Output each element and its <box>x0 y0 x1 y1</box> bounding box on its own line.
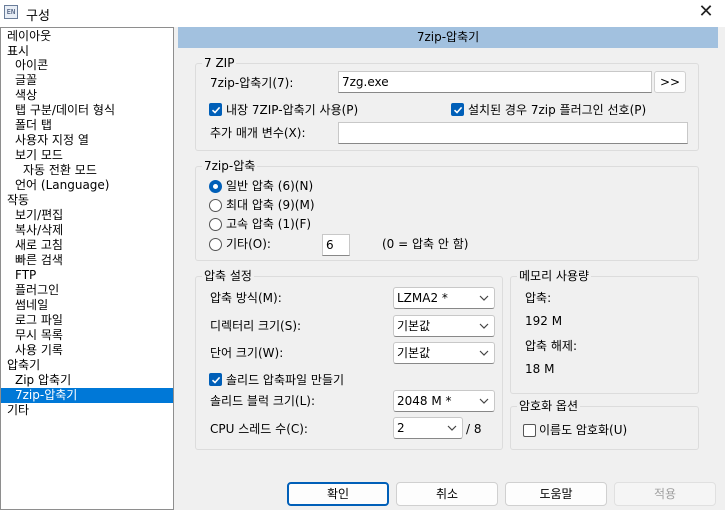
radio-maximum[interactable] <box>209 199 222 212</box>
prefer-plugin-checkbox[interactable] <box>451 103 464 116</box>
method-select[interactable]: LZMA2 * <box>393 287 495 309</box>
tree-item-refresh[interactable]: 새로 고침 <box>13 238 65 253</box>
memory-compress-value: 192 M <box>525 314 563 328</box>
radio-other-label: 기타(O): <box>226 237 271 251</box>
window-title: 구성 <box>26 9 50 24</box>
radio-fast-label: 고속 압축 (1)(F) <box>226 217 312 231</box>
group-7zip-title: 7 ZIP <box>202 56 237 70</box>
word-size-label: 단어 크기(W): <box>210 346 284 360</box>
dict-size-select-value: 기본값 <box>397 319 431 333</box>
extra-args-input[interactable] <box>338 122 688 144</box>
radio-other[interactable] <box>209 238 222 251</box>
tree-item-ignore-list[interactable]: 무시 목록 <box>13 328 65 343</box>
extra-args-label: 추가 매개 변수(X): <box>210 126 306 140</box>
browse-button[interactable]: >> <box>654 71 686 93</box>
tree-item-layout[interactable]: 레이아웃 <box>5 29 53 44</box>
cpu-threads-max: / 8 <box>466 422 482 436</box>
memory-decompress-value: 18 M <box>525 362 555 376</box>
tree-item-packers[interactable]: 압축기 <box>5 358 42 373</box>
memory-compress-label: 압축: <box>525 291 552 305</box>
app-icon: EN <box>4 5 18 19</box>
dict-size-select[interactable]: 기본값 <box>393 315 495 337</box>
tree-item-misc[interactable]: 기타 <box>5 403 31 418</box>
word-size-select[interactable]: 기본값 <box>393 342 495 364</box>
tree-item-fonts[interactable]: 글꼴 <box>13 73 39 88</box>
tree-item-colors[interactable]: 색상 <box>13 88 39 103</box>
block-size-select[interactable]: 2048 M * <box>393 390 495 412</box>
builtin-7zip-label: 내장 7ZIP-압축기 사용(P) <box>226 103 359 117</box>
tree-item-auto-switch-mode[interactable]: 자동 전환 모드 <box>21 163 99 178</box>
tree-item-ftp[interactable]: FTP <box>13 268 38 283</box>
block-size-label: 솔리드 블럭 크기(L): <box>210 394 316 408</box>
page-title: 7zip-압축기 <box>178 27 718 48</box>
word-size-select-value: 기본값 <box>397 346 431 360</box>
encrypt-names-checkbox[interactable] <box>523 424 536 437</box>
chevron-down-icon <box>479 295 489 301</box>
tree-item-thumbnails[interactable]: 썸네일 <box>13 298 50 313</box>
checkmark-icon <box>211 106 221 114</box>
solid-archive-checkbox[interactable] <box>209 373 222 386</box>
tree-item-custom-columns[interactable]: 사용자 지정 열 <box>13 133 91 148</box>
cpu-threads-label: CPU 스레드 수(C): <box>210 422 308 436</box>
encrypt-names-label: 이름도 암호화(U) <box>539 423 628 437</box>
tree-item-copy-delete[interactable]: 복사/삭제 <box>13 223 65 238</box>
other-level-hint: (0 = 압축 안 함) <box>382 237 469 251</box>
7zip-path-input[interactable]: 7zg.exe <box>338 71 652 93</box>
builtin-7zip-checkbox[interactable] <box>209 103 222 116</box>
checkmark-icon <box>211 376 221 384</box>
tree-item-icons[interactable]: 아이콘 <box>13 58 50 73</box>
close-button[interactable]: ✕ <box>695 2 717 24</box>
tree-item-history[interactable]: 사용 기록 <box>13 343 65 358</box>
radio-fast[interactable] <box>209 218 222 231</box>
tree-item-display[interactable]: 표시 <box>5 44 31 59</box>
7zip-path-label: 7zip-압축기(7): <box>210 76 294 90</box>
checkmark-icon <box>453 106 463 114</box>
other-level-input[interactable]: 6 <box>322 234 350 256</box>
tree-item-plugins[interactable]: 플러그인 <box>13 283 61 298</box>
chevron-down-icon <box>479 350 489 356</box>
title-bar: EN 구성 ✕ <box>0 0 725 27</box>
tree-item-log-file[interactable]: 로그 파일 <box>13 313 65 328</box>
radio-normal-label: 일반 압축 (6)(N) <box>226 179 314 193</box>
method-select-value: LZMA2 * <box>397 291 448 305</box>
block-size-select-value: 2048 M * <box>397 394 452 408</box>
tree-item-zip-packer[interactable]: Zip 압축기 <box>13 373 73 388</box>
memory-decompress-label: 압축 해제: <box>525 339 578 353</box>
prefer-plugin-label: 설치된 경우 7zip 플러그인 선호(P) <box>468 103 647 117</box>
chevron-down-icon <box>447 425 457 431</box>
tree-item-tab-format[interactable]: 탭 구분/데이터 형식 <box>13 103 117 118</box>
tree-item-view-edit[interactable]: 보기/편집 <box>13 208 65 223</box>
cpu-threads-select-value: 2 <box>397 421 405 435</box>
method-label: 압축 방식(M): <box>210 291 282 305</box>
cancel-button[interactable]: 취소 <box>396 482 498 506</box>
tree-item-7zip-packer[interactable]: 7zip-압축기 <box>1 388 173 403</box>
tree-item-quick-search[interactable]: 빠른 검색 <box>13 253 65 268</box>
tree-item-view-mode[interactable]: 보기 모드 <box>13 148 65 163</box>
cpu-threads-select[interactable]: 2 <box>393 417 463 439</box>
group-compression-level-title: 7zip-압축 <box>202 159 258 173</box>
group-memory-usage-title: 메모리 사용량 <box>517 269 592 283</box>
dict-size-label: 디렉터리 크기(S): <box>210 319 302 333</box>
help-button[interactable]: 도움말 <box>505 482 607 506</box>
tree-item-language[interactable]: 언어 (Language) <box>13 178 111 193</box>
chevron-down-icon <box>479 398 489 404</box>
radio-maximum-label: 최대 압축 (9)(M) <box>226 198 315 212</box>
tree-item-folder-tabs[interactable]: 폴더 탭 <box>13 118 54 133</box>
group-compression-settings-title: 압축 설정 <box>202 269 254 283</box>
chevron-down-icon <box>479 323 489 329</box>
apply-button[interactable]: 적용 <box>614 482 716 506</box>
group-encryption-title: 암호화 옵션 <box>517 399 581 413</box>
tree-item-operation[interactable]: 작동 <box>5 193 31 208</box>
settings-tree[interactable]: 레이아웃 표시 아이콘 글꼴 색상 탭 구분/데이터 형식 폴더 탭 사용자 지… <box>0 27 174 510</box>
radio-normal[interactable] <box>209 180 222 193</box>
ok-button[interactable]: 확인 <box>287 482 389 506</box>
solid-archive-label: 솔리드 압축파일 만들기 <box>226 373 345 387</box>
